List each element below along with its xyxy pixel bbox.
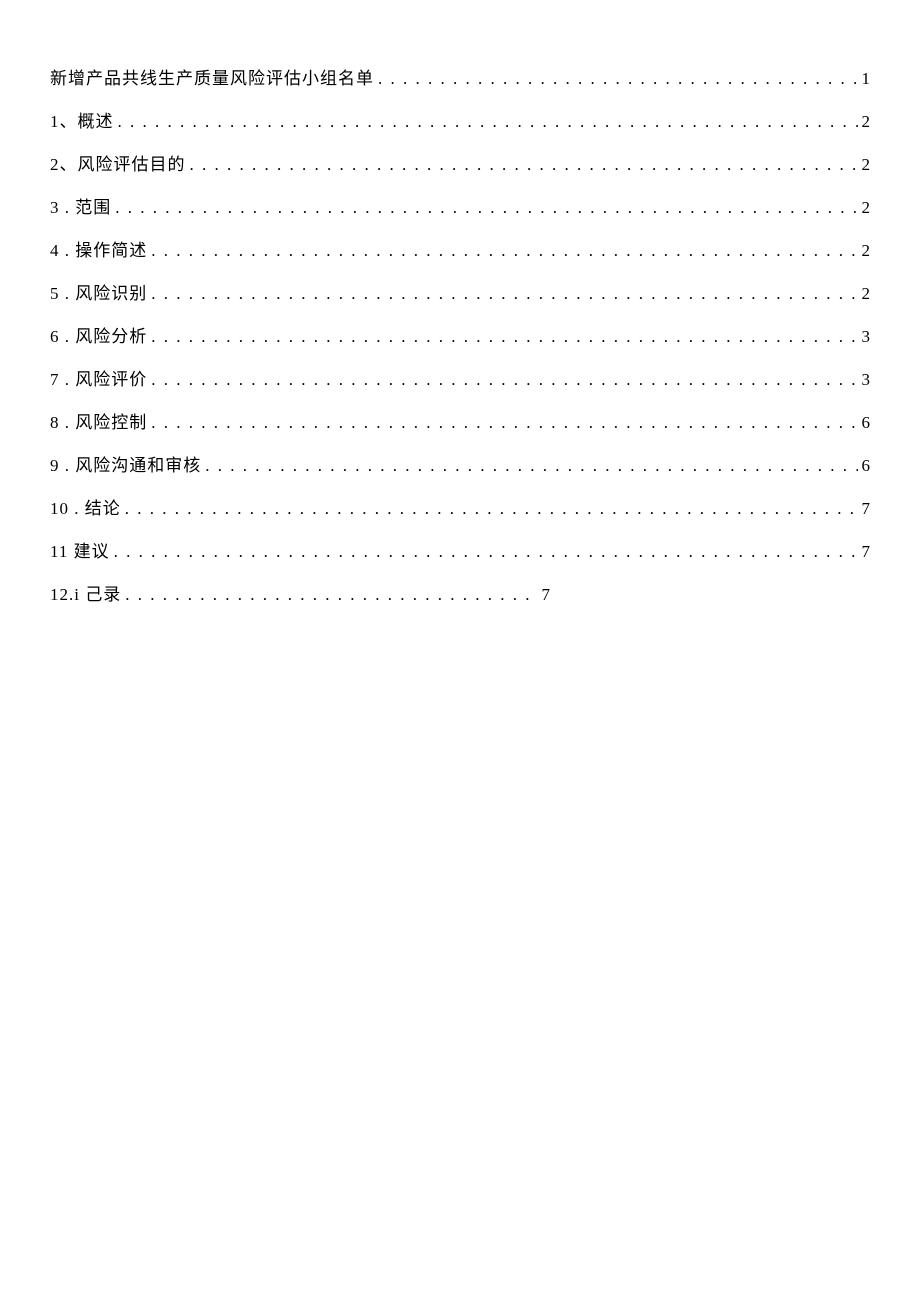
toc-label: 6 . 风险分析 xyxy=(50,328,147,345)
toc-label: 1、概述 xyxy=(50,113,114,130)
toc-page-number: 7 xyxy=(542,586,551,603)
toc-entry: 2、风险评估目的 2 xyxy=(50,156,870,173)
toc-leader-dots xyxy=(114,543,858,560)
toc-leader-dots xyxy=(125,586,537,603)
toc-page-number: 2 xyxy=(862,242,871,259)
toc-page-number: 6 xyxy=(862,414,871,431)
toc-entry: 8 . 风险控制 6 xyxy=(50,414,870,431)
toc-leader-dots xyxy=(118,113,858,130)
toc-page-number: 7 xyxy=(862,500,871,517)
toc-label: 5 . 风险识别 xyxy=(50,285,147,302)
toc-page-number: 1 xyxy=(862,70,871,87)
toc-entry: 5 . 风险识别 2 xyxy=(50,285,870,302)
toc-leader-dots xyxy=(151,285,857,302)
toc-leader-dots xyxy=(190,156,858,173)
toc-label: 10 . 结论 xyxy=(50,500,121,517)
table-of-contents: 新增产品共线生产质量风险评估小组名单 1 1、概述 2 2、风险评估目的 2 3 . 范围 2… xyxy=(50,70,870,603)
toc-label: 2、风险评估目的 xyxy=(50,156,186,173)
toc-entry: 11 建议 7 xyxy=(50,543,870,560)
document-page: 新增产品共线生产质量风险评估小组名单 1 1、概述 2 2、风险评估目的 2 3 . 范围 2… xyxy=(0,0,920,679)
toc-entry: 1、概述 2 xyxy=(50,113,870,130)
toc-entry: 新增产品共线生产质量风险评估小组名单 1 xyxy=(50,70,870,87)
toc-page-number: 2 xyxy=(862,285,871,302)
toc-label: 新增产品共线生产质量风险评估小组名单 xyxy=(50,70,374,87)
toc-entry: 6 . 风险分析 3 xyxy=(50,328,870,345)
toc-entry: 9 . 风险沟通和审核 6 xyxy=(50,457,870,474)
toc-entry: 10 . 结论 7 xyxy=(50,500,870,517)
toc-label: 11 建议 xyxy=(50,543,110,560)
toc-label: 12.i 己录 xyxy=(50,586,121,603)
toc-leader-dots xyxy=(151,328,857,345)
toc-label: 7 . 风险评价 xyxy=(50,371,147,388)
toc-leader-dots xyxy=(151,242,857,259)
toc-page-number: 2 xyxy=(862,199,871,216)
toc-page-number: 7 xyxy=(862,543,871,560)
toc-entry: 3 . 范围 2 xyxy=(50,199,870,216)
toc-label: 3 . 范围 xyxy=(50,199,111,216)
toc-page-number: 3 xyxy=(862,328,871,345)
toc-leader-dots xyxy=(151,371,857,388)
toc-label: 4 . 操作简述 xyxy=(50,242,147,259)
toc-label: 8 . 风险控制 xyxy=(50,414,147,431)
toc-leader-dots xyxy=(151,414,857,431)
toc-leader-dots xyxy=(125,500,858,517)
toc-leader-dots xyxy=(378,70,858,87)
toc-leader-dots xyxy=(205,457,857,474)
toc-page-number: 2 xyxy=(862,156,871,173)
toc-page-number: 3 xyxy=(862,371,871,388)
toc-entry: 7 . 风险评价 3 xyxy=(50,371,870,388)
toc-leader-dots xyxy=(115,199,857,216)
toc-page-number: 2 xyxy=(862,113,871,130)
toc-entry: 12.i 己录 7 xyxy=(50,586,550,603)
toc-label: 9 . 风险沟通和审核 xyxy=(50,457,201,474)
toc-page-number: 6 xyxy=(862,457,871,474)
toc-entry: 4 . 操作简述 2 xyxy=(50,242,870,259)
